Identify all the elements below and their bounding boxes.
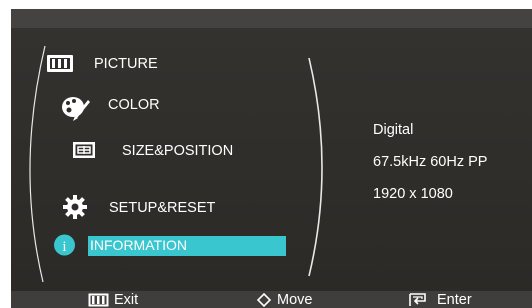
- menu-item-information[interactable]: i INFORMATION: [53, 233, 293, 256]
- menu-item-label-setup-reset: SETUP&RESET: [109, 200, 216, 216]
- osd-title-bar: [11, 9, 532, 28]
- move-diamond-icon: [256, 292, 272, 308]
- osd-menu-panel: PICTURE COLOR SIZE&POSITION SETUP&RESET …: [11, 28, 532, 291]
- info-frequency: 67.5kHz 60Hz PP: [373, 154, 488, 170]
- menu-item-label-color: COLOR: [108, 97, 160, 113]
- menu-item-label-size-position: SIZE&POSITION: [122, 143, 234, 159]
- move-hint[interactable]: Move: [256, 291, 356, 308]
- picture-icon: [46, 54, 76, 79]
- menu-item-picture[interactable]: PICTURE: [46, 53, 266, 75]
- info-signal-type: Digital: [373, 122, 414, 138]
- exit-hint[interactable]: Exit: [88, 291, 178, 308]
- menu-item-setup-reset[interactable]: SETUP&RESET: [63, 195, 293, 219]
- gear-icon: [63, 195, 87, 224]
- menu-button-icon: [88, 293, 110, 308]
- enter-icon: [409, 293, 429, 308]
- move-label: Move: [277, 292, 313, 308]
- osd-window: PICTURE COLOR SIZE&POSITION SETUP&RESET …: [11, 9, 532, 308]
- menu-item-label-picture: PICTURE: [94, 56, 158, 72]
- size-position-icon: [72, 141, 96, 164]
- osd-footer-hints: Exit Move Enter: [11, 291, 532, 308]
- menu-item-size-position[interactable]: SIZE&POSITION: [72, 139, 302, 161]
- color-palette-icon: [61, 94, 91, 127]
- enter-hint[interactable]: Enter: [409, 291, 519, 308]
- menu-item-label-information: INFORMATION: [90, 237, 187, 253]
- menu-item-color[interactable]: COLOR: [61, 94, 281, 121]
- svg-text:i: i: [62, 239, 66, 255]
- enter-label: Enter: [437, 292, 472, 308]
- exit-label: Exit: [114, 292, 139, 308]
- info-resolution: 1920 x 1080: [373, 186, 453, 202]
- info-icon: i: [53, 233, 77, 262]
